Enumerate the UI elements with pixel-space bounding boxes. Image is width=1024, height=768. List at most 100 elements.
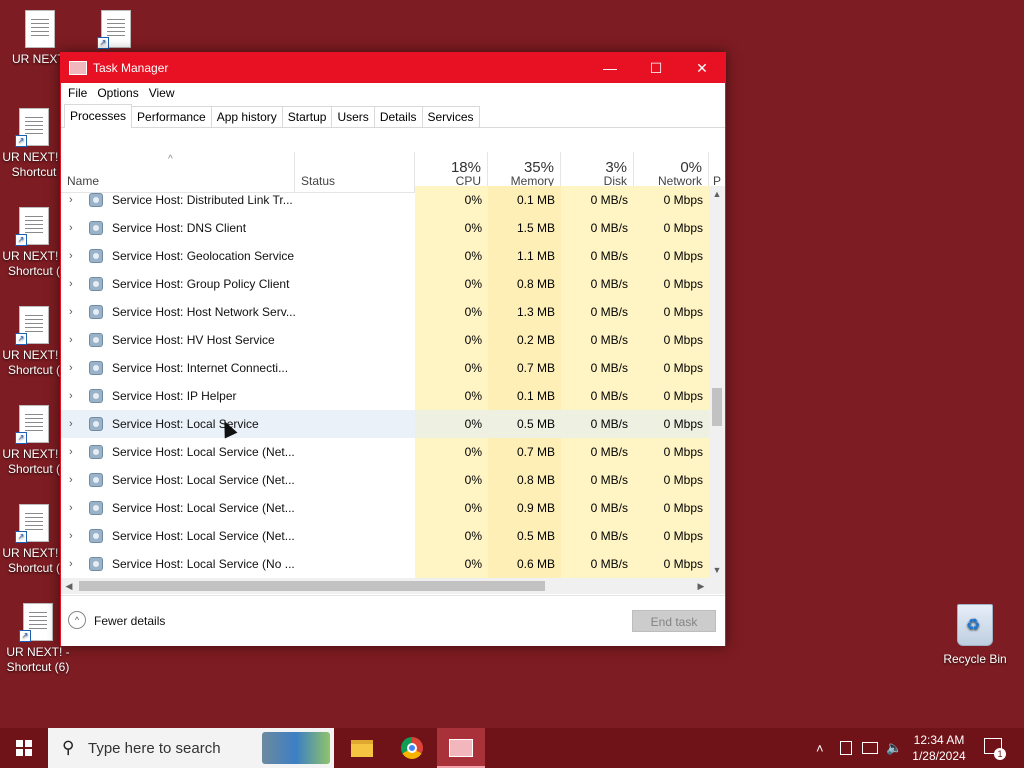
expand-chevron-icon[interactable]: › <box>69 410 73 438</box>
tab-performance[interactable]: Performance <box>131 106 212 127</box>
process-row[interactable]: › Service Host: Local Service (Net... 0% 0.… <box>61 466 709 494</box>
vertical-scroll-thumb[interactable] <box>712 388 722 426</box>
process-row[interactable]: › Service Host: Local Service 0% 0.5 MB 0 MB… <box>61 410 709 438</box>
network-cell: 0 Mbps <box>634 410 709 438</box>
process-row[interactable]: › Service Host: IP Helper 0% 0.1 MB 0 MB/s 0 … <box>61 382 709 410</box>
chrome-icon <box>401 737 423 759</box>
process-row[interactable]: › Service Host: DNS Client 0% 1.5 MB 0 MB/s 0… <box>61 214 709 242</box>
search-box[interactable]: ⚲ Type here to search <box>48 728 334 768</box>
menu-file[interactable]: File <box>63 86 92 100</box>
expand-chevron-icon[interactable]: › <box>69 270 73 298</box>
process-row[interactable]: › Service Host: Local Service (No ... 0% 0.… <box>61 550 709 578</box>
start-button[interactable] <box>0 728 48 768</box>
scroll-up-arrow-icon[interactable]: ▲ <box>709 186 725 202</box>
expand-chevron-icon[interactable]: › <box>69 214 73 242</box>
scroll-right-arrow-icon[interactable]: ▶ <box>693 578 709 594</box>
desktop-icon-label: UR NEXT! - Shortcut ( <box>2 249 66 278</box>
process-name-cell: › Service Host: HV Host Service <box>61 326 415 354</box>
chevron-up-icon: ˄ <box>816 740 824 756</box>
task-manager-taskbar-button[interactable] <box>437 728 485 768</box>
tab-app-history[interactable]: App history <box>210 106 283 127</box>
horizontal-scrollbar[interactable]: ◀ ▶ <box>61 578 709 594</box>
fewer-details-link[interactable]: Fewer details <box>94 614 165 628</box>
process-name-cell: › Service Host: Host Network Serv... <box>61 298 415 326</box>
chevron-up-circle-icon[interactable]: ^ <box>68 611 86 629</box>
system-clock[interactable]: 12:34 AM 1/28/2024 <box>906 732 972 764</box>
expand-chevron-icon[interactable]: › <box>69 242 73 270</box>
memory-cell: 0.7 MB <box>488 438 561 466</box>
desktop-icon-shortcut[interactable]: ↗ UR NEXT! - Shortcut ( <box>0 504 68 576</box>
tab-processes[interactable]: Processes <box>64 104 133 128</box>
tab-users[interactable]: Users <box>331 106 375 127</box>
vertical-scrollbar[interactable]: ▲ ▼ <box>709 186 725 578</box>
process-row[interactable]: › Service Host: Geolocation Service 0% 1.1 … <box>61 242 709 270</box>
process-row[interactable]: › Service Host: Internet Connecti... 0% 0.7… <box>61 354 709 382</box>
process-name: Service Host: Local Service (Net... <box>112 445 295 459</box>
shortcut-document-icon: ↗ <box>15 108 49 147</box>
expand-chevron-icon[interactable]: › <box>69 382 73 410</box>
process-row[interactable]: › Service Host: Group Policy Client 0% 0.8 … <box>61 270 709 298</box>
cpu-cell: 0% <box>415 410 488 438</box>
network-icon[interactable] <box>862 728 878 768</box>
tab-details[interactable]: Details <box>373 106 423 127</box>
recycle-bin[interactable]: ♻ Recycle Bin <box>938 604 1012 666</box>
expand-chevron-icon[interactable]: › <box>69 298 73 326</box>
service-gear-icon <box>89 249 103 263</box>
tab-startup[interactable]: Startup <box>281 106 333 127</box>
maximize-button[interactable]: ☐ <box>633 53 679 83</box>
process-name: Service Host: Internet Connecti... <box>112 361 289 375</box>
clock-date: 1/28/2024 <box>912 749 966 763</box>
expand-chevron-icon[interactable]: › <box>69 354 73 382</box>
process-row[interactable]: › Service Host: HV Host Service 0% 0.2 MB 0 … <box>61 326 709 354</box>
minimize-button[interactable]: — <box>587 53 633 83</box>
disk-cell: 0 MB/s <box>561 466 634 494</box>
cpu-cell: 0% <box>415 354 488 382</box>
process-row[interactable]: › Service Host: Local Service (Net... 0% 0.… <box>61 522 709 550</box>
scrollbar-corner <box>709 578 725 594</box>
search-highlight-icon <box>262 732 330 764</box>
expand-chevron-icon[interactable]: › <box>69 550 73 578</box>
horizontal-scroll-thumb[interactable] <box>79 581 545 591</box>
close-button[interactable]: ✕ <box>679 53 725 83</box>
search-placeholder: Type here to search <box>88 740 221 757</box>
expand-chevron-icon[interactable]: › <box>69 466 73 494</box>
scroll-left-arrow-icon[interactable]: ◀ <box>61 578 77 594</box>
show-hidden-icons-button[interactable]: ˄ <box>816 728 824 768</box>
menu-view[interactable]: View <box>144 86 180 100</box>
expand-chevron-icon[interactable]: › <box>69 494 73 522</box>
process-row[interactable]: › Service Host: Host Network Serv... 0% 1.3… <box>61 298 709 326</box>
expand-chevron-icon[interactable]: › <box>69 326 73 354</box>
desktop-icon-shortcut[interactable]: ↗ <box>76 10 156 52</box>
tablet-icon[interactable] <box>840 728 852 768</box>
process-name: Service Host: Local Service (Net... <box>112 529 295 543</box>
process-name-cell: › Service Host: Geolocation Service <box>61 242 415 270</box>
cpu-cell: 0% <box>415 298 488 326</box>
service-gear-icon <box>89 389 103 403</box>
process-row[interactable]: › Service Host: Distributed Link Tr... 0% 0… <box>61 186 709 214</box>
scroll-down-arrow-icon[interactable]: ▼ <box>709 562 725 578</box>
volume-muted-icon[interactable]: 🔈 <box>886 728 902 768</box>
chrome-button[interactable] <box>388 728 436 768</box>
desktop-icon-shortcut[interactable]: ↗ UR NEXT! - Shortcut <box>0 108 68 180</box>
network-cell: 0 Mbps <box>634 326 709 354</box>
expand-chevron-icon[interactable]: › <box>69 438 73 466</box>
menu-options[interactable]: Options <box>92 86 143 100</box>
desktop-icon-label: UR NEXT! - Shortcut ( <box>2 447 66 476</box>
desktop-icon-shortcut[interactable]: ↗ UR NEXT! - Shortcut ( <box>0 306 68 378</box>
expand-chevron-icon[interactable]: › <box>69 186 73 214</box>
cpu-cell: 0% <box>415 270 488 298</box>
process-name: Service Host: Local Service <box>112 417 259 431</box>
end-task-button[interactable]: End task <box>632 610 716 632</box>
file-explorer-button[interactable] <box>338 728 386 768</box>
cpu-cell: 0% <box>415 494 488 522</box>
expand-chevron-icon[interactable]: › <box>69 522 73 550</box>
desktop-icon-shortcut[interactable]: ↗ UR NEXT! - Shortcut ( <box>0 207 68 279</box>
process-row[interactable]: › Service Host: Local Service (Net... 0% 0.… <box>61 438 709 466</box>
window-title: Task Manager <box>93 61 169 75</box>
process-row[interactable]: › Service Host: Local Service (Net... 0% 0.… <box>61 494 709 522</box>
cpu-cell: 0% <box>415 382 488 410</box>
title-bar[interactable]: Task Manager — ☐ ✕ <box>61 53 725 83</box>
service-gear-icon <box>89 193 103 207</box>
desktop-icon-shortcut[interactable]: ↗ UR NEXT! - Shortcut ( <box>0 405 68 477</box>
tab-services[interactable]: Services <box>421 106 480 127</box>
